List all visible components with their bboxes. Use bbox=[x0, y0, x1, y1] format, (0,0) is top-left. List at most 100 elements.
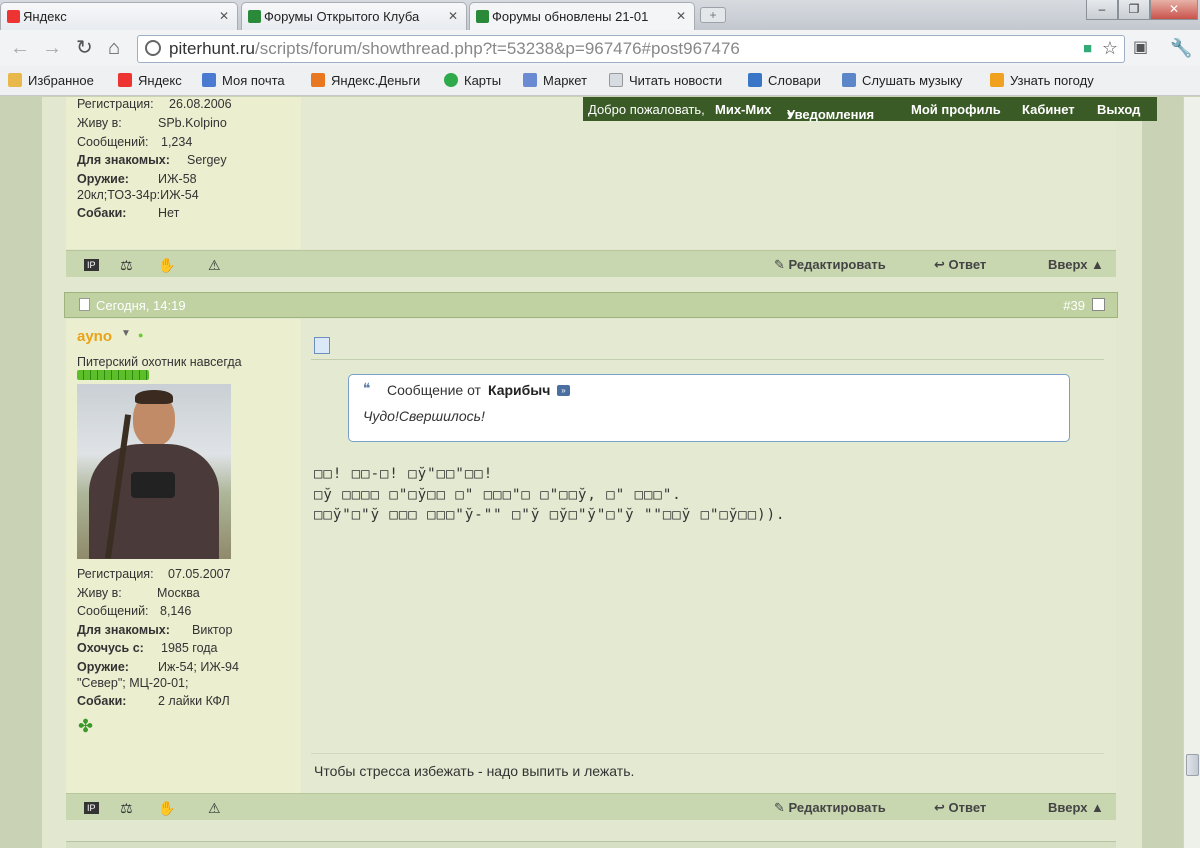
welcome-bar: Добро пожаловать, Мих-Мих Уведомления ▾ … bbox=[583, 97, 1157, 122]
dogs-value: Нет bbox=[158, 206, 180, 220]
yandex-favicon-icon bbox=[7, 10, 20, 23]
weapon-value-cont: "Север"; МЦ-20-01; bbox=[77, 676, 189, 690]
friends-label: Для знакомых: bbox=[77, 153, 170, 167]
view-post-icon[interactable]: » bbox=[557, 385, 570, 396]
reputation-bar bbox=[77, 370, 149, 380]
reply-button[interactable]: ↩ Ответ bbox=[934, 257, 986, 273]
close-icon[interactable]: ✕ bbox=[219, 9, 229, 23]
speaker-icon bbox=[842, 73, 856, 87]
dogs-label: Собаки: bbox=[77, 694, 127, 708]
page-icon bbox=[145, 40, 161, 56]
quote-block: ❝ Сообщение от Карибыч » Чудо!Свершилось… bbox=[348, 374, 1070, 442]
close-window-button[interactable]: ✕ bbox=[1150, 0, 1198, 20]
reg-label: Регистрация: bbox=[77, 567, 154, 581]
quote-icon: ❝ bbox=[363, 380, 371, 396]
edit-button[interactable]: ✎ Редактировать bbox=[774, 800, 886, 816]
edit-button[interactable]: ✎ Редактировать bbox=[774, 257, 886, 273]
avatar[interactable] bbox=[77, 384, 231, 559]
quote-author[interactable]: Карибыч bbox=[488, 382, 550, 398]
msgs-label: Сообщений: bbox=[77, 135, 149, 149]
msgs-value: 1,234 bbox=[161, 135, 193, 149]
close-icon[interactable]: ✕ bbox=[448, 9, 458, 23]
forward-arrow-icon[interactable]: → bbox=[42, 36, 62, 60]
star-icon[interactable]: ☆ bbox=[1102, 38, 1118, 59]
bookmark-music[interactable]: Слушать музыку bbox=[842, 73, 962, 88]
username-link[interactable]: Мих-Мих bbox=[715, 102, 771, 117]
scales-icon[interactable]: ⚖ bbox=[120, 257, 133, 274]
bookmark-weather[interactable]: Узнать погоду bbox=[990, 73, 1094, 88]
msgs-label: Сообщений: bbox=[77, 604, 149, 618]
bookmark-maps[interactable]: Карты bbox=[444, 73, 501, 88]
bookmark-mail[interactable]: Моя почта bbox=[202, 73, 285, 88]
tab-label: Форумы обновлены 21-01 bbox=[492, 9, 649, 24]
ip-icon[interactable]: IP bbox=[84, 259, 99, 271]
bookmark-market[interactable]: Маркет bbox=[523, 73, 587, 88]
weapon-value: ИЖ-58 bbox=[158, 172, 197, 186]
new-tab-button[interactable]: + bbox=[700, 7, 726, 23]
select-post-checkbox[interactable] bbox=[1092, 298, 1105, 311]
online-status-icon: ● bbox=[138, 330, 144, 340]
scroll-top-button[interactable]: Вверх ▲ bbox=[1048, 257, 1104, 272]
post-text-line: □□! □□-□! □ў"□□"□□! bbox=[314, 466, 494, 482]
scroll-top-button[interactable]: Вверх ▲ bbox=[1048, 800, 1104, 815]
bookmarks-bar: Избранное Яндекс Моя почта Яндекс.Деньги… bbox=[0, 66, 1200, 96]
live-label: Живу в: bbox=[77, 116, 122, 130]
post-text-line: □ў □□□□ □"□ў□□ □" □□□"□ □"□□ў, □" □□□". bbox=[314, 487, 682, 503]
minimize-button[interactable]: – bbox=[1086, 0, 1118, 20]
reply-button[interactable]: ↩ Ответ bbox=[934, 800, 986, 816]
post-username[interactable]: ayno bbox=[77, 328, 112, 345]
friends-value: Виктор bbox=[192, 623, 233, 637]
user-title: Питерский охотник навсегда bbox=[77, 355, 242, 369]
close-icon[interactable]: ✕ bbox=[676, 9, 686, 23]
warning-icon[interactable]: ⚠ bbox=[208, 800, 221, 817]
bookmark-news[interactable]: Читать новости bbox=[609, 73, 722, 88]
reg-label: Регистрация: bbox=[77, 97, 154, 111]
post-number-link[interactable]: #39 bbox=[1063, 298, 1085, 313]
tab-forums-updated[interactable]: Форумы обновлены 21-01 ✕ bbox=[469, 2, 695, 30]
live-value: SPb.Kolpino bbox=[158, 116, 227, 130]
reg-value: 07.05.2007 bbox=[168, 567, 231, 581]
google-toolbar-icon[interactable]: ■ bbox=[1083, 40, 1092, 57]
clover-award-icon[interactable]: ✤ bbox=[78, 716, 93, 737]
logout-link[interactable]: Выход bbox=[1097, 102, 1140, 117]
scales-icon[interactable]: ⚖ bbox=[120, 800, 133, 817]
reload-icon[interactable]: ↻ bbox=[76, 36, 93, 60]
bookmark-label: Узнать погоду bbox=[1010, 73, 1094, 88]
yandex-icon bbox=[118, 73, 132, 87]
page-viewport: Регистрация: 26.08.2006 Живу в: SPb.Kolp… bbox=[0, 97, 1200, 848]
pencil-icon: ✎ bbox=[774, 257, 785, 272]
chevron-down-icon: ▾ bbox=[787, 107, 794, 122]
bookmark-money[interactable]: Яндекс.Деньги bbox=[311, 73, 420, 88]
quote-text: Чудо!Свершилось! bbox=[363, 408, 485, 424]
reputation-icon[interactable]: ✋ bbox=[158, 257, 175, 274]
cabinet-link[interactable]: Кабинет bbox=[1022, 102, 1075, 117]
post-text-line: □□ў"□"ў □□□ □□□"ў-"" □"ў □ў□"ў"□"ў ""□□ў… bbox=[314, 507, 786, 523]
news-icon bbox=[609, 73, 623, 87]
bookmark-label: Маркет bbox=[543, 73, 588, 88]
wrench-icon[interactable]: 🔧 bbox=[1170, 36, 1192, 60]
back-arrow-icon[interactable]: ← bbox=[10, 36, 30, 60]
ip-icon[interactable]: IP bbox=[84, 802, 99, 814]
tab-yandex[interactable]: Яндекс ✕ bbox=[0, 2, 238, 30]
reg-value: 26.08.2006 bbox=[169, 97, 232, 111]
extension-icon[interactable]: ▣ bbox=[1133, 36, 1148, 60]
maximize-button[interactable]: ❐ bbox=[1118, 0, 1150, 20]
my-profile-link[interactable]: Мой профиль bbox=[911, 102, 1001, 117]
bookmark-label: Словари bbox=[768, 73, 821, 88]
user-menu-chevron-icon[interactable]: ▼ bbox=[121, 328, 131, 339]
home-icon[interactable]: ⌂ bbox=[108, 36, 120, 60]
page-scrollbar[interactable] bbox=[1183, 97, 1200, 848]
tab-forums-club[interactable]: Форумы Открытого Клуба ✕ bbox=[241, 2, 467, 30]
warning-icon[interactable]: ⚠ bbox=[208, 257, 221, 274]
bookmark-label: Слушать музыку bbox=[862, 73, 963, 88]
bookmark-favorites[interactable]: Избранное bbox=[8, 73, 94, 88]
reputation-icon[interactable]: ✋ bbox=[158, 800, 175, 817]
hunt-label: Охочусь с: bbox=[77, 641, 144, 655]
hunt-value: 1985 года bbox=[161, 641, 218, 655]
bookmark-dictionaries[interactable]: Словари bbox=[748, 73, 821, 88]
scrollbar-thumb[interactable] bbox=[1186, 754, 1199, 776]
msgs-value: 8,146 bbox=[160, 604, 192, 618]
bookmark-yandex[interactable]: Яндекс bbox=[118, 73, 182, 88]
bookmark-label: Моя почта bbox=[222, 73, 285, 88]
bookmark-label: Читать новости bbox=[629, 73, 723, 88]
